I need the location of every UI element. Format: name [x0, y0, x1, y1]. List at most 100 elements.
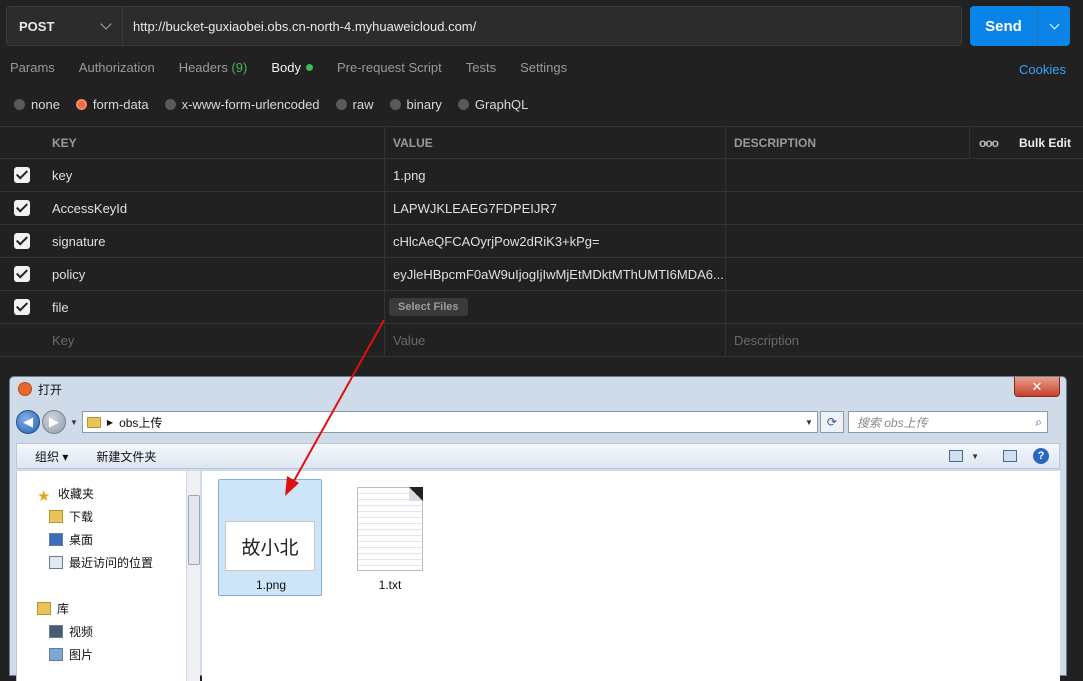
recent-places-icon — [49, 556, 63, 569]
column-value: VALUE — [385, 127, 726, 158]
send-options-button[interactable] — [1038, 6, 1070, 46]
radio-raw[interactable]: raw — [335, 97, 374, 112]
address-bar[interactable]: ▶ obs上传 ▼ — [81, 411, 818, 433]
cookies-link[interactable]: Cookies — [1019, 62, 1066, 77]
tab-settings[interactable]: Settings — [520, 60, 567, 82]
sidebar-item-downloads[interactable]: 下载 — [49, 508, 93, 525]
radio-form-data[interactable]: form-data — [75, 97, 149, 112]
more-options-icon[interactable]: ooo — [969, 127, 1007, 158]
chevron-down-icon — [100, 18, 112, 30]
history-dropdown-icon[interactable]: ▼ — [70, 418, 78, 427]
close-button[interactable]: ✕ — [1014, 377, 1060, 397]
sidebar-item-libraries[interactable]: 库 — [37, 600, 69, 617]
new-description-input[interactable]: Description — [726, 324, 1083, 356]
new-value-input[interactable]: Value — [385, 324, 726, 356]
help-icon[interactable]: ? — [1033, 448, 1049, 464]
sidebar-item-favorites[interactable]: ★ 收藏夹 — [37, 485, 94, 505]
file-name[interactable]: 1.txt — [338, 578, 442, 592]
url-input[interactable]: http://bucket-guxiaobei.obs.cn-north-4.m… — [123, 19, 476, 34]
new-folder-button[interactable]: 新建文件夹 — [96, 448, 156, 465]
text-file-icon[interactable] — [357, 487, 423, 571]
tab-headers[interactable]: Headers (9) — [179, 60, 248, 82]
send-button-group: Send — [970, 6, 1070, 46]
search-input[interactable]: 搜索 obs上传 ⌕ — [847, 411, 1048, 433]
table-row: key 1.png — [0, 159, 1083, 192]
back-arrow-icon[interactable]: ◀ — [16, 410, 40, 434]
chevron-down-icon — [1049, 19, 1059, 29]
checkbox-checked-icon[interactable] — [14, 233, 30, 249]
view-mode-icon[interactable] — [949, 450, 964, 462]
request-tabs: Params Authorization Headers (9) Body Pr… — [10, 60, 591, 82]
tab-pre-request-script[interactable]: Pre-request Script — [337, 60, 442, 82]
open-file-dialog: 打开 ✕ ◀ ▶ ▼ ▶ obs上传 ▼ ⟳ 搜索 obs上传 ⌕ 组织 ▾ 新… — [9, 376, 1067, 681]
radio-x-www-form-urlencoded[interactable]: x-www-form-urlencoded — [164, 97, 320, 112]
checkbox-checked-icon[interactable] — [14, 167, 30, 183]
downloads-folder-icon — [49, 510, 63, 523]
table-row: AccessKeyId LAPWJKLEAEG7FDPEIJR7 — [0, 192, 1083, 225]
row-description[interactable] — [726, 258, 1083, 290]
pictures-icon — [49, 648, 63, 661]
address-path: obs上传 — [119, 415, 163, 430]
table-row: file Select Files — [0, 291, 1083, 324]
scrollbar-thumb[interactable] — [188, 495, 200, 565]
row-description[interactable] — [726, 192, 1083, 224]
view-dropdown-icon[interactable]: ▼ — [971, 452, 979, 461]
file-item-1-png[interactable]: 故小北 1.png — [218, 479, 322, 596]
radio-none[interactable]: none — [14, 97, 60, 112]
row-value[interactable]: LAPWJKLEAEG7FDPEIJR7 — [385, 192, 726, 224]
radio-icon — [335, 99, 347, 110]
tab-tests[interactable]: Tests — [466, 60, 496, 82]
sidebar-item-pictures[interactable]: 图片 — [49, 646, 93, 663]
column-description: DESCRIPTION — [734, 135, 817, 150]
libraries-icon — [37, 602, 51, 615]
row-description[interactable] — [726, 225, 1083, 257]
select-files-button[interactable]: Select Files — [389, 298, 468, 316]
radio-binary[interactable]: binary — [389, 97, 442, 112]
dialog-title: 打开 — [38, 382, 63, 397]
row-description[interactable] — [726, 291, 1083, 323]
sidebar-item-recent[interactable]: 最近访问的位置 — [49, 554, 153, 571]
method-label: POST — [19, 18, 55, 34]
column-key: KEY — [44, 127, 385, 158]
row-key[interactable]: policy — [44, 258, 385, 290]
checkbox-checked-icon[interactable] — [14, 299, 30, 315]
navigation-scrollbar[interactable] — [186, 471, 200, 681]
radio-icon — [457, 99, 469, 110]
radio-icon — [14, 99, 25, 110]
radio-icon — [164, 99, 176, 110]
table-header: KEY VALUE DESCRIPTION ooo Bulk Edit — [0, 126, 1083, 159]
sidebar-item-desktop[interactable]: 桌面 — [49, 531, 93, 548]
row-key[interactable]: file — [44, 291, 385, 323]
row-description[interactable] — [726, 159, 1083, 191]
videos-icon — [49, 625, 63, 638]
tab-params[interactable]: Params — [10, 60, 55, 82]
sidebar-item-videos[interactable]: 视频 — [49, 623, 93, 640]
new-key-input[interactable]: Key — [44, 324, 385, 356]
breadcrumb-arrow-icon[interactable]: ▶ — [107, 418, 113, 427]
file-list: 故小北 1.png 1.txt — [202, 471, 1060, 681]
folder-icon — [86, 416, 101, 428]
row-value[interactable]: eyJleHBpcmF0aW9uIjogIjIwMjEtMDktMThUMTI6… — [385, 258, 726, 290]
organize-button[interactable]: 组织 ▾ — [35, 448, 68, 465]
dialog-toolbar: 组织 ▾ 新建文件夹 ▼ ? — [16, 443, 1060, 469]
refresh-icon[interactable]: ⟳ — [819, 411, 844, 433]
row-key[interactable]: signature — [44, 225, 385, 257]
radio-graphql[interactable]: GraphQL — [457, 97, 528, 112]
checkbox-checked-icon[interactable] — [14, 200, 30, 216]
bulk-edit-button[interactable]: Bulk Edit — [1007, 127, 1083, 158]
row-key[interactable]: AccessKeyId — [44, 192, 385, 224]
tab-body[interactable]: Body — [271, 60, 313, 82]
send-button[interactable]: Send — [970, 6, 1038, 46]
navigation-pane: ★ 收藏夹 下载 桌面 最近访问的位置 库 视频 图片 — [16, 471, 186, 681]
preview-pane-icon[interactable] — [1003, 450, 1017, 462]
row-value[interactable]: 1.png — [385, 159, 726, 191]
tab-authorization[interactable]: Authorization — [79, 60, 155, 82]
file-name: 1.png — [255, 578, 287, 592]
forward-arrow-icon[interactable]: ▶ — [42, 410, 66, 434]
row-value[interactable]: cHlcAeQFCAOyrjPow2dRiK3+kPg= — [385, 225, 726, 257]
address-dropdown-icon[interactable]: ▼ — [801, 418, 817, 427]
checkbox-checked-icon[interactable] — [14, 266, 30, 282]
row-key[interactable]: key — [44, 159, 385, 191]
method-select[interactable]: POST — [7, 7, 123, 45]
row-value-file: Select Files — [385, 291, 726, 323]
